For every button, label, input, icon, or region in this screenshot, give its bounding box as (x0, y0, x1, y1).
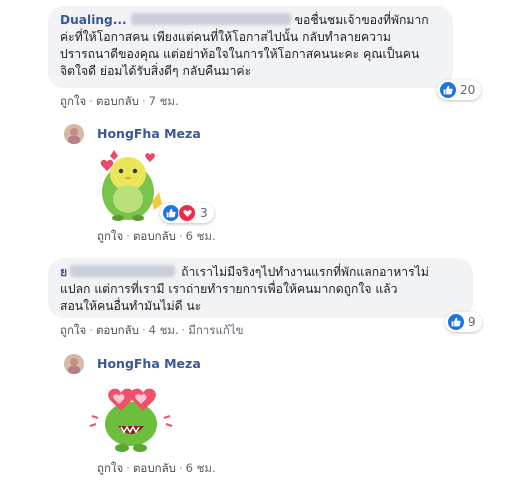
comment-line: ปรารถนาดีของคุณ แต่อย่าท้อใจในการให้โอกา… (60, 47, 420, 61)
comment-actions: ถูกใจ · ตอบกลับ · 4 ชม. · มีการแก้ไข (60, 323, 244, 337)
avatar[interactable] (64, 124, 84, 144)
reaction-count: 3 (200, 206, 208, 220)
om-nom-heart-eyes-sticker (88, 378, 174, 454)
comment-line: สอนให้คนอื่นทำมันไม่ดี นะ (60, 299, 202, 313)
reply-author[interactable]: HongFha Meza (97, 356, 201, 371)
edited-label[interactable]: มีการแก้ไข (188, 323, 243, 337)
comment-text: Dualing... ขอชื่นชมเจ้าของที่พักมาก (60, 12, 443, 29)
comment-bubble: Dualing... ขอชื่นชมเจ้าของที่พักมาก ค่ะที… (48, 6, 453, 88)
like-link[interactable]: ถูกใจ (97, 229, 123, 243)
reply-actions: ถูกใจ · ตอบกลับ · 6 ชม. (97, 229, 216, 243)
comment-line: ค่ะที่ให้โอกาสคน เพียงแต่คนที่ให้โอกาสไป… (60, 30, 391, 44)
timestamp[interactable]: 6 ชม. (186, 461, 216, 475)
like-link[interactable]: ถูกใจ (97, 461, 123, 475)
timestamp[interactable]: 6 ชม. (186, 229, 216, 243)
avatar[interactable] (64, 354, 84, 374)
reply-link[interactable]: ตอบกลับ (96, 323, 139, 337)
reaction-summary[interactable]: 20 (437, 80, 482, 100)
reply-actions: ถูกใจ · ตอบกลับ · 6 ชม. (97, 461, 216, 475)
reaction-count: 20 (460, 83, 476, 97)
comment-actions: ถูกใจ · ตอบกลับ · 7 ชม. (60, 94, 179, 108)
redacted-name (70, 265, 176, 277)
like-icon (440, 82, 456, 98)
reply-link[interactable]: ตอบกลับ (133, 461, 176, 475)
love-icon (178, 204, 196, 222)
comment-bubble: ย ถ้าเราไม่มีจริงๆไปทำงานแรกที่พักแลกอาหา… (48, 258, 473, 318)
redacted-name (130, 13, 291, 25)
reply-link[interactable]: ตอบกลับ (96, 94, 139, 108)
reaction-count: 9 (468, 315, 476, 329)
like-link[interactable]: ถูกใจ (60, 323, 86, 337)
comment-author[interactable]: ย (60, 265, 67, 279)
comment-text: ย ถ้าเราไม่มีจริงๆไปทำงานแรกที่พักแลกอาหา… (60, 264, 463, 281)
reply-author[interactable]: HongFha Meza (97, 126, 201, 141)
timestamp[interactable]: 7 ชม. (149, 94, 179, 108)
comment-author[interactable]: Dualing... (60, 13, 127, 27)
reaction-summary[interactable]: 9 (445, 312, 482, 332)
reply-link[interactable]: ตอบกลับ (133, 229, 176, 243)
comment-line: ขอชื่นชมเจ้าของที่พักมาก (294, 13, 429, 27)
green-parrot-hearts-sticker (90, 144, 166, 224)
reaction-summary[interactable]: 3 (160, 203, 214, 223)
like-link[interactable]: ถูกใจ (60, 94, 86, 108)
comment-line: ถ้าเราไม่มีจริงๆไปทำงานแรกที่พักแลกอาหาร… (181, 265, 429, 279)
comment-line: จิตใจดี ย่อมได้รับสิ่งดีๆ กลับคืนมาค่ะ (60, 64, 252, 78)
like-icon (448, 314, 464, 330)
comment-line: แปลก แต่การที่เรามี เราถ่ายทำรายการเพื่อ… (60, 282, 398, 296)
timestamp[interactable]: 4 ชม. (149, 323, 179, 337)
like-icon (163, 205, 179, 221)
